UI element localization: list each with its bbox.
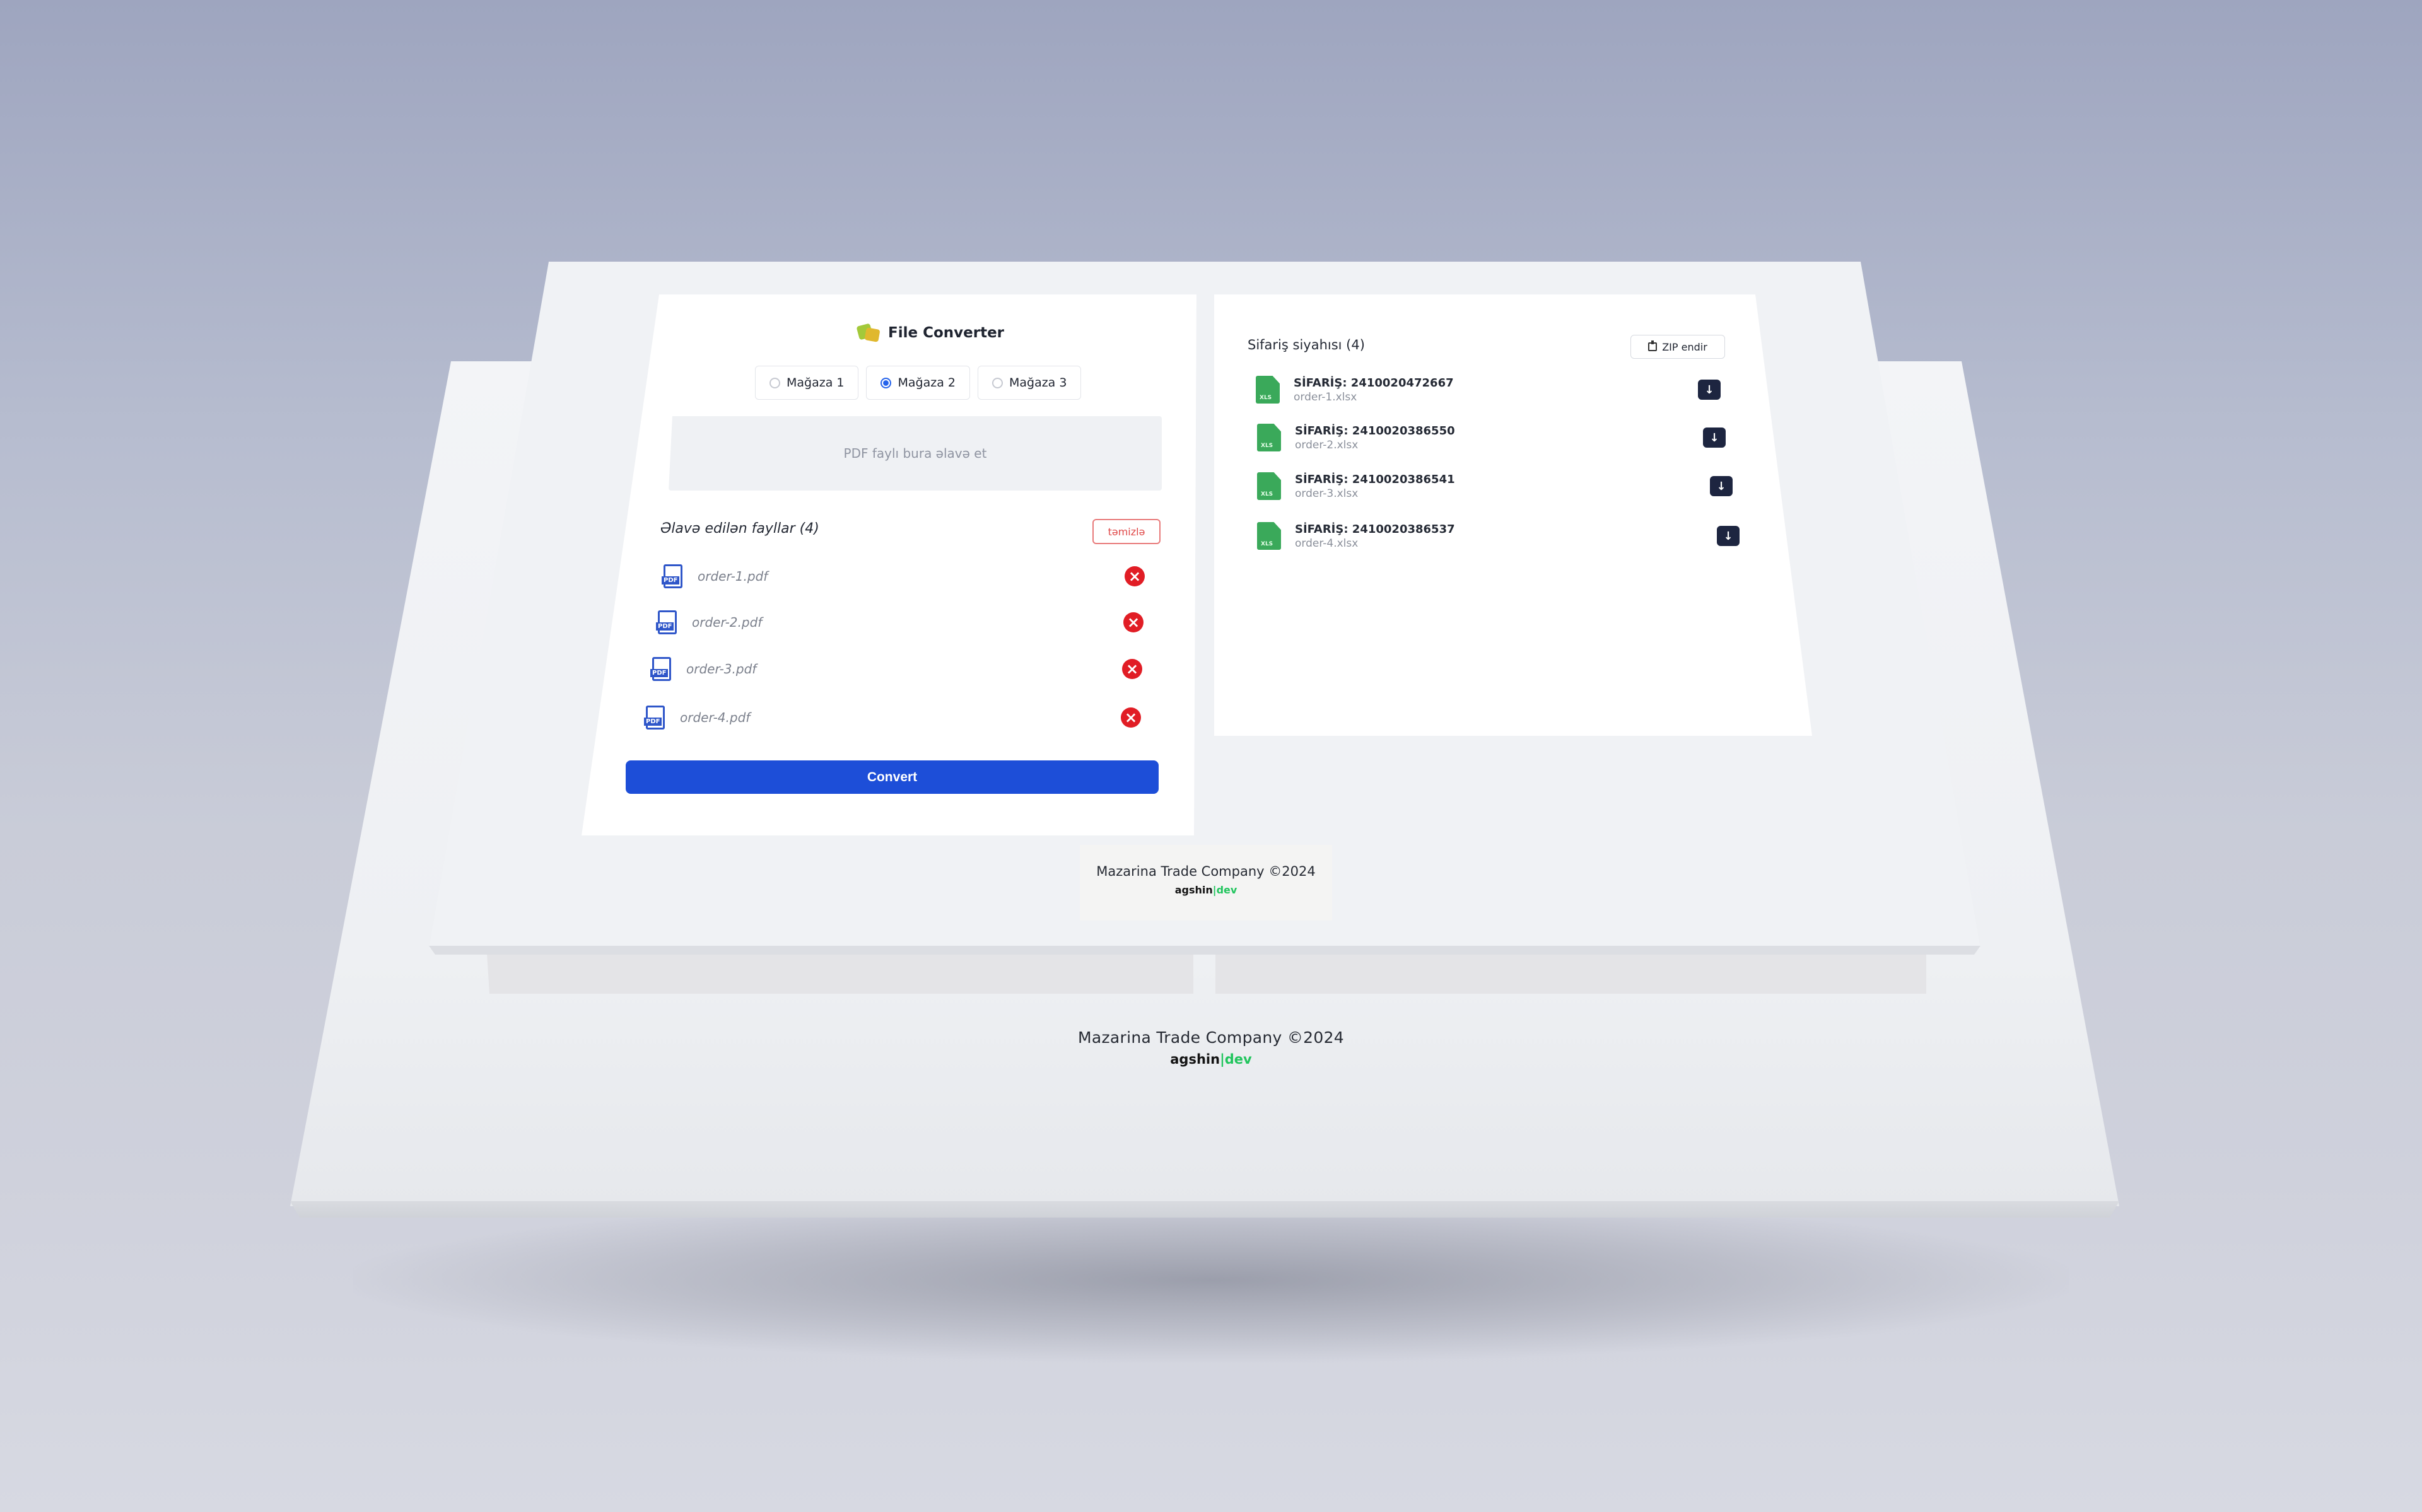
store-option-3[interactable]: Mağaza 3	[977, 366, 1082, 400]
orders-title: Sifariş siyahısı (4)	[1248, 337, 1365, 352]
store-option-label: Mağaza 2	[898, 376, 956, 390]
excel-file-icon: XLS	[1257, 472, 1281, 500]
brand-accent: dev	[1224, 1052, 1252, 1067]
footer-company: Mazarina Trade Company ©2024	[1096, 864, 1316, 879]
pdf-file-icon: PDF	[656, 610, 677, 634]
brand-main: agshin	[1174, 884, 1213, 896]
zip-icon	[1648, 340, 1658, 351]
pdf-file-icon: PDF	[650, 657, 671, 681]
app-title: File Converter	[888, 325, 1005, 341]
store-option-label: Mağaza 3	[1009, 376, 1067, 390]
file-name: order-3.pdf	[686, 661, 757, 677]
order-title: SİFARİŞ: 2410020386541	[1295, 472, 1455, 486]
floor-shadow	[353, 1198, 2069, 1362]
pdf-icon-text: PDF	[650, 669, 669, 677]
order-file: order-1.xlsx	[1294, 390, 1357, 404]
back-layer-edge	[290, 1201, 2119, 1218]
radio-selected-icon[interactable]	[880, 377, 892, 388]
list-item: PDF order-1.pdf	[662, 562, 768, 591]
order-row: XLS SİFARİŞ: 2410020386537 order-4.xlsx	[1257, 519, 1455, 553]
remove-file-icon[interactable]: ×	[1125, 566, 1145, 586]
store-selector: Mağaza 1 Mağaza 2 Mağaza 3	[755, 366, 1082, 400]
order-row: XLS SİFARİŞ: 2410020472667 order-1.xlsx	[1256, 373, 1454, 407]
zip-download-button[interactable]: ZIP endir	[1630, 335, 1725, 359]
pdf-icon-text: PDF	[644, 718, 662, 726]
brand-accent: dev	[1216, 884, 1237, 896]
footer-brand[interactable]: agshin|dev	[1080, 884, 1332, 896]
file-name: order-4.pdf	[680, 710, 751, 725]
order-file: order-4.xlsx	[1295, 537, 1359, 550]
pdf-file-icon: PDF	[662, 564, 682, 588]
xls-icon-text: XLS	[1261, 541, 1273, 547]
list-item: PDF order-3.pdf	[650, 654, 757, 683]
order-title: SİFARİŞ: 2410020386550	[1295, 424, 1455, 438]
zip-download-label: ZIP endir	[1662, 340, 1707, 353]
order-file: order-2.xlsx	[1295, 438, 1359, 451]
order-file: order-3.xlsx	[1295, 487, 1359, 500]
xls-icon-text: XLS	[1261, 491, 1273, 497]
pdf-file-icon: PDF	[644, 706, 665, 730]
dropzone-label: PDF faylı bura əlavə et	[843, 446, 987, 461]
remove-file-icon[interactable]: ×	[1121, 707, 1141, 728]
footer-back-company: Mazarina Trade Company ©2024	[1078, 1028, 1344, 1047]
excel-file-icon: XLS	[1257, 522, 1281, 550]
pdf-icon-text: PDF	[656, 622, 674, 631]
order-title: SİFARİŞ: 2410020472667	[1294, 376, 1454, 390]
store-option-label: Mağaza 1	[787, 376, 845, 390]
app-header: File Converter	[856, 320, 1005, 346]
store-option-2[interactable]: Mağaza 2	[866, 366, 970, 400]
footer-back-brand: agshin|dev	[1066, 1052, 1356, 1067]
footer-back: Mazarina Trade Company ©2024 agshin|dev	[1066, 1018, 1356, 1100]
download-icon[interactable]: ↓	[1703, 427, 1726, 448]
file-converter-icon	[856, 323, 880, 342]
radio-icon[interactable]	[769, 377, 780, 388]
download-icon[interactable]: ↓	[1698, 380, 1721, 400]
excel-file-icon: XLS	[1256, 376, 1280, 404]
list-item: PDF order-4.pdf	[644, 703, 751, 732]
order-title: SİFARİŞ: 2410020386537	[1295, 522, 1455, 536]
file-name: order-2.pdf	[692, 615, 763, 630]
footer: Mazarina Trade Company ©2024 agshin|dev	[1080, 845, 1332, 921]
excel-file-icon: XLS	[1257, 424, 1281, 451]
order-row: XLS SİFARİŞ: 2410020386550 order-2.xlsx	[1257, 421, 1455, 455]
list-item: PDF order-2.pdf	[656, 608, 763, 637]
added-files-title: Əlavə edilən fayllar (4)	[660, 521, 819, 537]
brand-sep: |	[1220, 1052, 1225, 1067]
pdf-dropzone[interactable]: PDF faylı bura əlavə et	[669, 416, 1162, 491]
brand-main: agshin	[1170, 1052, 1220, 1067]
file-name: order-1.pdf	[698, 569, 768, 584]
download-icon[interactable]: ↓	[1710, 476, 1733, 496]
order-row: XLS SİFARİŞ: 2410020386541 order-3.xlsx	[1257, 469, 1455, 503]
front-layer-edge	[429, 946, 1980, 955]
pdf-icon-text: PDF	[662, 576, 680, 584]
store-option-1[interactable]: Mağaza 1	[755, 366, 859, 400]
remove-file-icon[interactable]: ×	[1122, 659, 1142, 679]
remove-file-icon[interactable]: ×	[1123, 612, 1144, 632]
download-icon[interactable]: ↓	[1717, 526, 1740, 546]
xls-icon-text: XLS	[1260, 395, 1272, 401]
convert-button[interactable]: Convert	[626, 760, 1159, 794]
xls-icon-text: XLS	[1261, 443, 1273, 449]
radio-icon[interactable]	[992, 377, 1003, 388]
clear-files-button[interactable]: təmizlə	[1092, 519, 1161, 544]
orders-card	[1214, 294, 1812, 736]
